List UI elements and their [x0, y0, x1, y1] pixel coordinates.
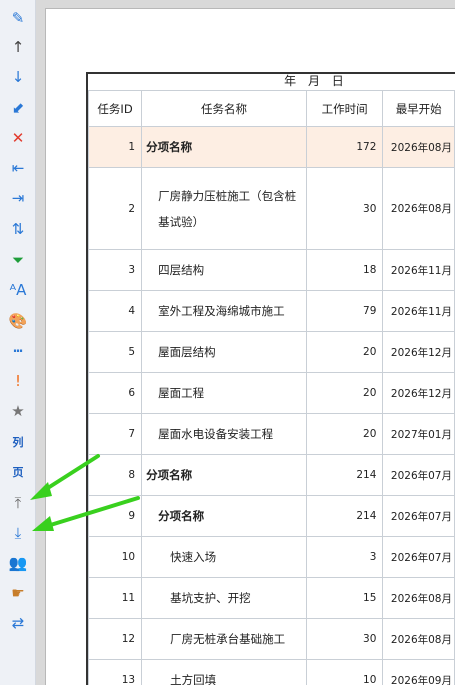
cell-earliest-start[interactable]: 2026年09月: [382, 659, 455, 685]
cell-task-name[interactable]: 屋面层结构: [141, 331, 307, 373]
cell-task-id[interactable]: 4: [87, 290, 143, 332]
move-to-bottom-icon[interactable]: ⤓: [5, 521, 31, 545]
cell-earliest-start[interactable]: 2026年08月: [382, 126, 455, 168]
table-row[interactable]: 11 基坑支护、开挖 15 2026年08月: [87, 577, 455, 619]
table-row[interactable]: 3 四层结构 18 2026年11月: [87, 249, 455, 291]
users-icon[interactable]: 👥: [5, 551, 31, 575]
move-up-icon[interactable]: ↑: [5, 35, 31, 59]
table-header-row: 任务ID 任务名称 工作时间 最早开始: [87, 90, 455, 127]
cell-task-name[interactable]: 四层结构: [141, 249, 307, 291]
table-row[interactable]: 1 分项名称 172 2026年08月: [87, 126, 455, 168]
cell-task-name[interactable]: 室外工程及海绵城市施工: [141, 290, 307, 332]
cell-task-name[interactable]: 分项名称: [141, 454, 307, 496]
outdent-icon[interactable]: ⇤: [5, 156, 31, 180]
date-header: 年 月 日: [284, 74, 348, 88]
cell-duration[interactable]: 172: [305, 126, 384, 168]
pointing-hand-icon[interactable]: ☛: [5, 581, 31, 605]
table-row[interactable]: 8 分项名称 214 2026年07月: [87, 454, 455, 496]
swap-icon[interactable]: ⇄: [5, 611, 31, 635]
column-label-icon[interactable]: 列: [5, 430, 31, 454]
cell-earliest-start[interactable]: 2026年08月: [382, 577, 455, 619]
header-task-name[interactable]: 任务名称: [141, 90, 307, 127]
important-icon[interactable]: !: [5, 369, 31, 393]
star-icon[interactable]: ★: [5, 399, 31, 423]
cell-duration[interactable]: 79: [305, 290, 384, 332]
table-row[interactable]: 2 厂房静力压桩施工（包含桩基试验） 30 2026年08月: [87, 167, 455, 250]
header-task-id[interactable]: 任务ID: [87, 90, 143, 127]
cell-duration[interactable]: 30: [305, 618, 384, 660]
cell-duration[interactable]: 18: [305, 249, 384, 291]
cell-duration[interactable]: 214: [305, 454, 384, 496]
cell-earliest-start[interactable]: 2026年07月: [382, 536, 455, 578]
cell-task-id[interactable]: 11: [87, 577, 143, 619]
cell-earliest-start[interactable]: 2027年01月: [382, 413, 455, 455]
cell-task-id[interactable]: 8: [87, 454, 143, 496]
filter-icon[interactable]: ⏷: [5, 248, 31, 272]
indent-icon[interactable]: ⇥: [5, 186, 31, 210]
cell-task-id[interactable]: 1: [87, 126, 143, 168]
cell-task-id[interactable]: 7: [87, 413, 143, 455]
cell-earliest-start[interactable]: 2026年12月: [382, 372, 455, 414]
cell-earliest-start[interactable]: 2026年07月: [382, 454, 455, 496]
cell-task-id[interactable]: 12: [87, 618, 143, 660]
edit-pen-icon[interactable]: ✎: [5, 6, 31, 30]
move-down-icon[interactable]: ↓: [5, 65, 31, 89]
cell-task-name[interactable]: 基坑支护、开挖: [141, 577, 307, 619]
cell-task-id[interactable]: 10: [87, 536, 143, 578]
cell-task-id[interactable]: 6: [87, 372, 143, 414]
header-duration[interactable]: 工作时间: [305, 90, 384, 127]
cell-duration[interactable]: 214: [305, 495, 384, 537]
palette-icon[interactable]: 🎨: [5, 309, 31, 333]
cell-task-name[interactable]: 屋面水电设备安装工程: [141, 413, 307, 455]
cell-task-id[interactable]: 3: [87, 249, 143, 291]
delete-icon[interactable]: ✕: [5, 126, 31, 150]
arrow-down-left-icon[interactable]: ⬋: [5, 96, 31, 120]
table-row[interactable]: 13 土方回填 10 2026年09月: [87, 659, 455, 685]
cell-task-id[interactable]: 13: [87, 659, 143, 685]
move-to-top-icon[interactable]: ⤒: [5, 491, 31, 515]
cell-task-id[interactable]: 9: [87, 495, 143, 537]
table-row[interactable]: 10 快速入场 3 2026年07月: [87, 536, 455, 578]
task-table: 任务ID 任务名称 工作时间 最早开始 1 分项名称 172 2026年08月 2 厂房静…: [87, 90, 455, 685]
page-label-icon[interactable]: 页: [5, 460, 31, 484]
font-icon[interactable]: ᴬA: [5, 278, 31, 302]
cell-earliest-start[interactable]: 2026年08月: [382, 167, 455, 250]
header-earliest-start[interactable]: 最早开始: [382, 90, 455, 127]
table-row[interactable]: 4 室外工程及海绵城市施工 79 2026年11月: [87, 290, 455, 332]
cell-duration[interactable]: 10: [305, 659, 384, 685]
cell-duration[interactable]: 3: [305, 536, 384, 578]
table-row[interactable]: 9 分项名称 214 2026年07月: [87, 495, 455, 537]
table-row[interactable]: 5 屋面层结构 20 2026年12月: [87, 331, 455, 373]
cell-task-name[interactable]: 厂房无桩承台基础施工: [141, 618, 307, 660]
vertical-toolbar: ✎ ↑ ↓ ⬋ ✕ ⇤ ⇥ ⇅ ⏷ ᴬA 🎨 ┅! ★ 列页 ⤒ ⤓ 👥 ☛ ⇄: [0, 0, 36, 685]
cell-task-name[interactable]: 分项名称: [141, 126, 307, 168]
cell-task-name[interactable]: 厂房静力压桩施工（包含桩基试验）: [141, 167, 307, 250]
cell-task-id[interactable]: 5: [87, 331, 143, 373]
cell-duration[interactable]: 15: [305, 577, 384, 619]
cell-duration[interactable]: 20: [305, 413, 384, 455]
cell-earliest-start[interactable]: 2026年11月: [382, 290, 455, 332]
table-row[interactable]: 12 厂房无桩承台基础施工 30 2026年08月: [87, 618, 455, 660]
cell-task-name[interactable]: 快速入场: [141, 536, 307, 578]
cell-earliest-start[interactable]: 2026年07月: [382, 495, 455, 537]
cell-duration[interactable]: 20: [305, 331, 384, 373]
cell-earliest-start[interactable]: 2026年11月: [382, 249, 455, 291]
cell-task-name[interactable]: 土方回填: [141, 659, 307, 685]
cell-earliest-start[interactable]: 2026年12月: [382, 331, 455, 373]
cell-earliest-start[interactable]: 2026年08月: [382, 618, 455, 660]
cell-task-id[interactable]: 2: [87, 167, 143, 250]
table-row[interactable]: 7 屋面水电设备安装工程 20 2027年01月: [87, 413, 455, 455]
cell-task-name[interactable]: 分项名称: [141, 495, 307, 537]
cell-duration[interactable]: 30: [305, 167, 384, 250]
line-style-icon[interactable]: ┅: [5, 339, 31, 363]
table-row[interactable]: 6 屋面工程 20 2026年12月: [87, 372, 455, 414]
sort-icon[interactable]: ⇅: [5, 217, 31, 241]
cell-duration[interactable]: 20: [305, 372, 384, 414]
cell-task-name[interactable]: 屋面工程: [141, 372, 307, 414]
